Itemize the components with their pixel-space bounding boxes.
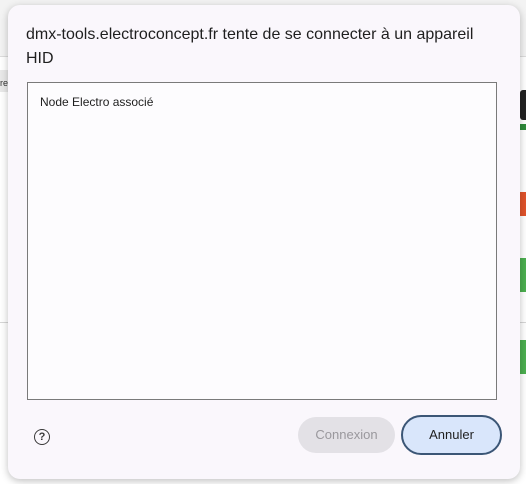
background-logo-fragment: [520, 90, 526, 120]
cancel-button[interactable]: Annuler: [401, 415, 502, 455]
help-icon[interactable]: ?: [34, 429, 50, 445]
device-list[interactable]: Node Electro associé: [27, 82, 497, 400]
dialog-title: dmx-tools.electroconcept.fr tente de se …: [26, 26, 474, 67]
connect-button[interactable]: Connexion: [298, 417, 395, 453]
background-tab-text: re: [0, 78, 9, 88]
device-list-item[interactable]: Node Electro associé: [40, 95, 153, 109]
hid-permission-dialog: dmx-tools.electroconcept.fr tente de se …: [8, 5, 520, 479]
